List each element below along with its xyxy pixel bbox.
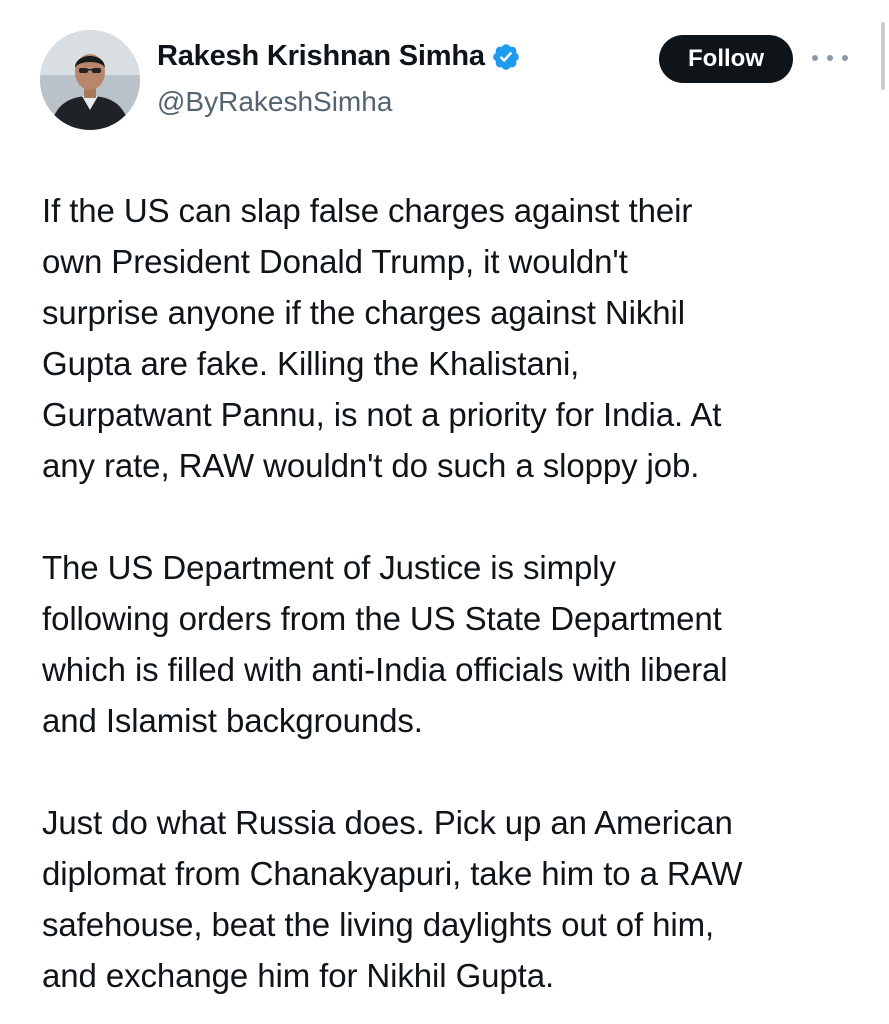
author-name-row: Rakesh Krishnan Simha <box>157 40 521 73</box>
more-options-icon[interactable] <box>812 48 848 68</box>
avatar[interactable] <box>40 30 140 130</box>
avatar-image <box>40 30 140 130</box>
follow-button[interactable]: Follow <box>659 35 793 83</box>
more-dot <box>812 55 818 61</box>
tweet-card: Rakesh Krishnan Simha @ByRakeshSimha Fol… <box>0 0 889 1024</box>
scrollbar[interactable] <box>881 22 885 90</box>
tweet-paragraph: Just do what Russia does. Pick up an Ame… <box>42 804 743 994</box>
more-dot <box>827 55 833 61</box>
author-display-name[interactable]: Rakesh Krishnan Simha <box>157 40 485 73</box>
tweet-paragraph: The US Department of Justice is simply f… <box>42 549 728 739</box>
author-handle[interactable]: @ByRakeshSimha <box>157 86 392 118</box>
more-dot <box>842 55 848 61</box>
tweet-paragraph: If the US can slap false charges against… <box>42 192 722 484</box>
verified-badge-icon[interactable] <box>491 42 521 72</box>
tweet-text: If the US can slap false charges against… <box>42 185 872 1001</box>
